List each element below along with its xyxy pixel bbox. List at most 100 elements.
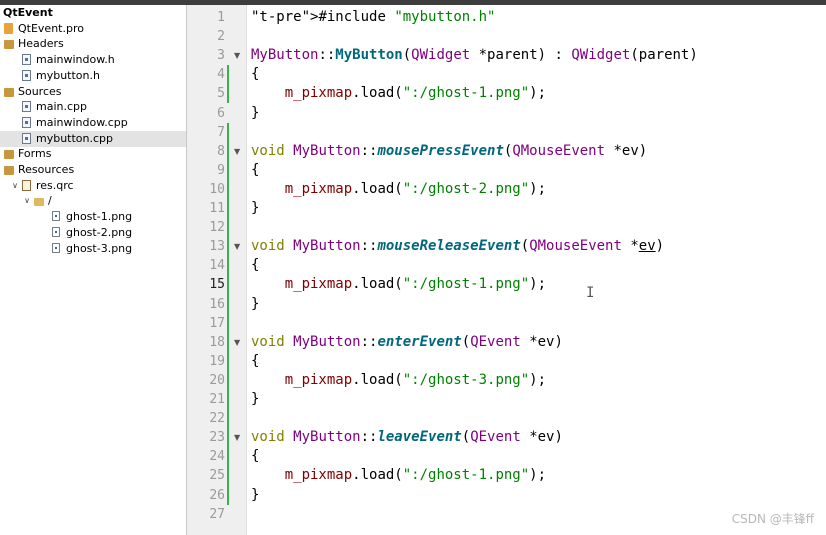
folder-icon	[4, 166, 14, 175]
line-number: 3	[217, 48, 225, 64]
code-line[interactable]: }	[251, 104, 259, 123]
code-line[interactable]: }	[251, 486, 259, 505]
tree-item[interactable]: ∨ res.qrc	[0, 178, 186, 194]
line-number: 23	[209, 430, 225, 446]
tree-item-label: main.cpp	[36, 100, 87, 114]
tree-item[interactable]: Sources	[0, 84, 186, 100]
watermark: CSDN @丰锋ff	[731, 512, 814, 526]
line-number: 21	[209, 392, 225, 407]
tree-item[interactable]: mybutton.h	[0, 68, 186, 84]
code-line[interactable]: }	[251, 199, 259, 218]
line-number: 17	[209, 315, 225, 331]
tree-item-label: Sources	[18, 84, 62, 98]
tree-item[interactable]: ghost-1.png	[0, 209, 186, 225]
tree-item[interactable]: Resources	[0, 162, 186, 178]
tree-item[interactable]: Headers	[0, 36, 186, 52]
tree-item[interactable]: ghost-2.png	[0, 225, 186, 241]
tree-item[interactable]: QtEvent	[0, 5, 186, 21]
fold-arrow-icon[interactable]: ▼	[234, 237, 240, 256]
tree-item[interactable]: mybutton.cpp	[0, 130, 186, 147]
change-marker	[227, 65, 229, 104]
line-number: 10	[209, 181, 225, 197]
code-line[interactable]: {	[251, 447, 259, 466]
line-number: 24	[209, 449, 225, 465]
source-file-icon	[22, 54, 31, 66]
source-file-icon	[22, 69, 31, 81]
tree-item[interactable]: main.cpp	[0, 99, 186, 115]
folder-icon	[4, 87, 14, 97]
code-line[interactable]: m_pixmap.load(":/ghost-1.png");	[251, 84, 546, 103]
resource-file-icon	[22, 179, 31, 191]
code-line[interactable]: m_pixmap.load(":/ghost-1.png");	[251, 275, 546, 294]
fold-arrow-icon[interactable]: ▼	[234, 46, 240, 65]
tree-item[interactable]: QtEvent.pro	[0, 21, 186, 37]
code-editor[interactable]: 1 2 3 ▼ 4 5 6 7 8 ▼ 9 10 11 12 13 ▼ 14 15 16 17 18 ▼ 19 20 21 22 2…	[187, 5, 826, 535]
code-line[interactable]: {	[251, 161, 259, 180]
line-number: 12	[209, 220, 225, 236]
tree-item-label: ghost-1.png	[66, 210, 133, 224]
tree-item[interactable]: Forms	[0, 146, 186, 162]
fold-arrow-icon[interactable]: ▼	[234, 142, 240, 161]
line-number: 27	[209, 506, 225, 522]
line-number-gutter: 1 2 3 ▼ 4 5 6 7 8 ▼ 9 10 11 12 13 ▼ 14 15 16 17 18 ▼ 19 20 21 22 2…	[187, 5, 246, 535]
code-line[interactable]: "t-pre">#include "mybutton.h"	[251, 8, 495, 27]
gutter-separator	[246, 5, 247, 535]
line-number: 22	[209, 411, 225, 427]
line-number: 5	[217, 86, 225, 102]
expand-arrow-icon[interactable]: ∨	[22, 193, 32, 209]
code-line[interactable]: }	[251, 390, 259, 409]
line-number: 7	[217, 124, 225, 140]
code-line[interactable]: void MyButton::mousePressEvent(QMouseEve…	[251, 142, 647, 161]
code-line[interactable]: void MyButton::mouseReleaseEvent(QMouseE…	[251, 237, 664, 256]
tree-item-label: mybutton.cpp	[36, 131, 114, 145]
line-number: 25	[209, 468, 225, 484]
code-line[interactable]: m_pixmap.load(":/ghost-3.png");	[251, 371, 546, 390]
code-line[interactable]: }	[251, 295, 259, 314]
line-number: 19	[209, 353, 225, 369]
tree-item-label: /	[48, 194, 52, 208]
line-number: 20	[209, 372, 225, 388]
tree-item-label: Forms	[18, 147, 52, 161]
line-number: 13	[209, 239, 225, 255]
fold-arrow-icon[interactable]: ▼	[234, 428, 240, 447]
line-number: 6	[217, 105, 225, 121]
code-line[interactable]: m_pixmap.load(":/ghost-1.png");	[251, 466, 546, 485]
tree-item[interactable]: mainwindow.h	[0, 52, 186, 68]
code-line[interactable]: void MyButton::leaveEvent(QEvent *ev)	[251, 428, 563, 447]
source-file-icon	[22, 116, 31, 128]
source-file-icon	[22, 101, 31, 113]
line-number: 1	[217, 10, 225, 25]
tree-item-label: mainwindow.cpp	[36, 115, 128, 129]
tree-item[interactable]: ghost-3.png	[0, 241, 186, 257]
tree-item[interactable]: ∨ /	[0, 193, 186, 209]
tree-item-label: mainwindow.h	[36, 53, 115, 67]
code-line[interactable]: void MyButton::enterEvent(QEvent *ev)	[251, 333, 563, 352]
code-line[interactable]: MyButton::MyButton(QWidget *parent) : QW…	[251, 46, 698, 65]
tree-item-label: res.qrc	[36, 178, 74, 192]
fold-arrow-icon[interactable]: ▼	[234, 333, 240, 352]
line-number: 2	[217, 29, 225, 45]
line-number: 8	[217, 143, 225, 159]
tree-item-label: mybutton.h	[36, 68, 100, 82]
project-tree[interactable]: QtEvent QtEvent.pro Headers mainwindow.h myb…	[0, 5, 187, 535]
tree-item-label: QtEvent.pro	[18, 21, 84, 35]
source-file-icon	[22, 132, 31, 144]
code-line[interactable]: {	[251, 352, 259, 371]
folder-icon	[4, 40, 14, 50]
folder-icon	[4, 150, 14, 160]
line-number: 18	[209, 334, 225, 350]
change-marker	[227, 122, 229, 505]
ibeam-cursor-icon: I	[586, 285, 595, 301]
folder-open-icon	[34, 198, 44, 207]
tree-item[interactable]: mainwindow.cpp	[0, 115, 186, 131]
line-number: 14	[209, 258, 225, 274]
expand-arrow-icon[interactable]: ∨	[10, 178, 20, 194]
code-line[interactable]: m_pixmap.load(":/ghost-2.png");	[251, 180, 546, 199]
tree-item-label: QtEvent	[3, 6, 53, 19]
project-file-icon	[4, 22, 13, 34]
code-line[interactable]: {	[251, 65, 259, 84]
tree-item-label: ghost-3.png	[66, 241, 133, 255]
tree-item-label: Resources	[18, 163, 75, 176]
line-number: 15	[209, 277, 225, 293]
code-line[interactable]: {	[251, 256, 259, 275]
